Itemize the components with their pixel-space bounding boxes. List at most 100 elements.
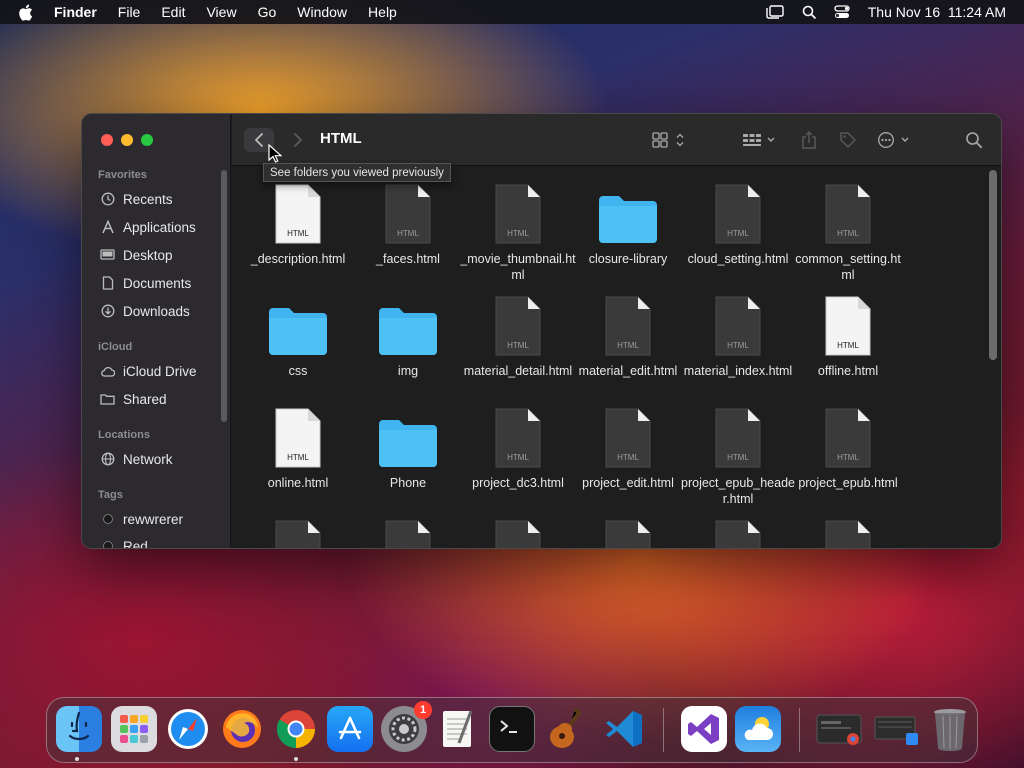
- group-by-button[interactable]: [740, 128, 782, 152]
- dock-system-settings[interactable]: 1: [381, 701, 432, 752]
- sidebar-item-label: Recents: [123, 191, 173, 207]
- file-name-label: project_dc3.html: [472, 476, 564, 490]
- menubar-clock[interactable]: Thu Nov 16 11:24 AM: [868, 4, 1006, 20]
- sidebar-item-recents[interactable]: Recents: [100, 188, 173, 210]
- dock-firefox[interactable]: [219, 706, 265, 752]
- minimize-window-button[interactable]: [121, 134, 133, 146]
- dock-trash[interactable]: [927, 706, 973, 752]
- html-file-icon: HTML: [486, 180, 550, 244]
- file-item[interactable]: HTML cloud_setting.html: [680, 180, 796, 267]
- sidebar-item-documents[interactable]: Documents: [100, 272, 191, 294]
- file-item[interactable]: HTML project_epub_header.html: [680, 404, 796, 507]
- menu-app-name[interactable]: Finder: [54, 4, 97, 20]
- file-item[interactable]: HTML common_setting.html: [790, 180, 906, 283]
- file-item[interactable]: HTML project_dc3.html: [460, 404, 576, 491]
- file-item[interactable]: [680, 516, 796, 548]
- file-item[interactable]: HTML material_detail.html: [460, 292, 576, 379]
- file-item[interactable]: [460, 516, 576, 548]
- menu-bar: Finder File Edit View Go Window Help Thu…: [0, 0, 1024, 24]
- html-file-icon: HTML: [706, 292, 770, 356]
- clock-icon: [100, 192, 115, 207]
- folder-item[interactable]: Phone: [350, 404, 466, 491]
- stage-manager-icon[interactable]: [766, 5, 784, 19]
- dock-minimized-window[interactable]: [815, 706, 865, 752]
- file-name-label: _movie_thumbnail.html: [460, 252, 576, 282]
- folder-item[interactable]: img: [350, 292, 466, 379]
- tags-button[interactable]: [836, 128, 860, 152]
- zoom-window-button[interactable]: [141, 134, 153, 146]
- sidebar-item-applications[interactable]: Applications: [100, 216, 196, 238]
- file-item[interactable]: HTML project_epub.html: [790, 404, 906, 491]
- control-center-icon[interactable]: [834, 5, 850, 19]
- search-button[interactable]: [962, 128, 986, 152]
- dock-chrome[interactable]: [273, 706, 319, 752]
- dock-textedit[interactable]: [435, 706, 481, 752]
- html-file-icon: [706, 516, 770, 548]
- dock-visual-studio[interactable]: [681, 706, 727, 752]
- dock-terminal[interactable]: [489, 706, 535, 752]
- file-item[interactable]: HTML online.html: [240, 404, 356, 491]
- file-name-label: material_detail.html: [463, 364, 573, 378]
- sidebar-scrollbar[interactable]: [221, 170, 227, 422]
- menu-window[interactable]: Window: [297, 4, 347, 20]
- applications-icon: [100, 220, 115, 235]
- file-item[interactable]: HTML offline.html: [790, 292, 906, 379]
- html-file-icon: HTML: [266, 404, 330, 468]
- file-item[interactable]: [240, 516, 356, 548]
- share-icon: [802, 131, 816, 149]
- menu-view[interactable]: View: [206, 4, 236, 20]
- sidebar-item-downloads[interactable]: Downloads: [100, 300, 190, 322]
- dock-launchpad[interactable]: [111, 706, 157, 752]
- svg-text:HTML: HTML: [727, 341, 749, 350]
- action-menu-button[interactable]: [876, 128, 916, 152]
- file-name-label: common_setting.html: [795, 252, 901, 282]
- globe-icon: [100, 452, 115, 467]
- file-item[interactable]: HTML project_edit.html: [570, 404, 686, 491]
- html-file-icon: [266, 516, 330, 548]
- view-mode-button[interactable]: [650, 128, 690, 152]
- sidebar-item-shared[interactable]: Shared: [100, 388, 167, 410]
- sidebar-item-label: iCloud Drive: [123, 363, 197, 379]
- file-item[interactable]: HTML _movie_thumbnail.html: [460, 180, 576, 283]
- vscode-icon: [606, 711, 642, 747]
- window-controls: [101, 134, 153, 146]
- toolbar: HTML: [232, 114, 1001, 166]
- apple-menu-icon[interactable]: [18, 0, 38, 24]
- sidebar-item-desktop[interactable]: Desktop: [100, 244, 173, 266]
- file-item[interactable]: HTML material_index.html: [680, 292, 796, 379]
- terminal-icon: [500, 720, 517, 733]
- sidebar-item-tag-red[interactable]: Red: [100, 535, 148, 548]
- forward-button[interactable]: [286, 128, 310, 152]
- svg-text:HTML: HTML: [727, 229, 749, 238]
- dock-vscode[interactable]: [601, 706, 647, 752]
- dock-app-store[interactable]: [327, 706, 373, 752]
- sidebar-item-icloud-drive[interactable]: iCloud Drive: [100, 360, 197, 382]
- file-item[interactable]: [350, 516, 466, 548]
- sidebar-item-tag-rewwrerer[interactable]: rewwrerer: [100, 508, 183, 530]
- dock-finder[interactable]: [56, 706, 102, 752]
- dock-safari[interactable]: [165, 706, 211, 752]
- file-item[interactable]: [570, 516, 686, 548]
- folder-item[interactable]: closure-library: [570, 180, 686, 267]
- spotlight-search-icon[interactable]: [802, 5, 816, 19]
- file-item[interactable]: HTML material_edit.html: [570, 292, 686, 379]
- menu-file[interactable]: File: [118, 4, 141, 20]
- file-name-label: material_edit.html: [578, 364, 678, 378]
- menu-edit[interactable]: Edit: [161, 4, 185, 20]
- dock-weather[interactable]: [735, 706, 781, 752]
- sidebar-section-tags: Tags: [98, 489, 123, 501]
- menu-help[interactable]: Help: [368, 4, 397, 20]
- html-file-icon: HTML: [706, 404, 770, 468]
- menu-go[interactable]: Go: [258, 4, 277, 20]
- share-button[interactable]: [798, 128, 820, 152]
- dock-garageband[interactable]: [543, 706, 589, 752]
- folder-item[interactable]: css: [240, 292, 356, 379]
- file-item[interactable]: HTML _faces.html: [350, 180, 466, 267]
- file-item[interactable]: [790, 516, 906, 548]
- dock-downloads-stack[interactable]: [873, 706, 921, 752]
- file-item[interactable]: HTML _description.html: [240, 180, 356, 267]
- sidebar-item-network[interactable]: Network: [100, 448, 173, 470]
- content-scrollbar[interactable]: [989, 170, 997, 360]
- close-window-button[interactable]: [101, 134, 113, 146]
- file-name-label: css: [288, 364, 308, 378]
